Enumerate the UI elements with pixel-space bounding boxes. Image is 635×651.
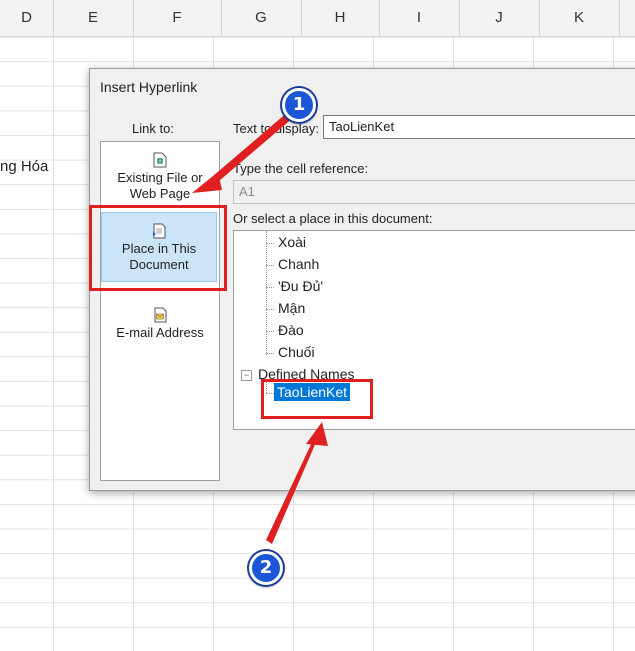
column-header-h[interactable]: H xyxy=(301,0,380,36)
tree-item-sheet[interactable]: 'Đu Đủ' xyxy=(278,278,323,294)
place-in-document-label: Or select a place in this document: xyxy=(233,211,433,226)
column-header-g[interactable]: G xyxy=(221,0,302,36)
tree-branch xyxy=(266,353,274,354)
column-header-k[interactable]: K xyxy=(539,0,620,36)
link-to-existing-file[interactable]: Existing File or Web Page xyxy=(101,152,219,202)
column-header-d[interactable]: D xyxy=(0,0,54,36)
tree-branch xyxy=(266,309,274,310)
link-to-email-label: E-mail Address xyxy=(116,325,204,340)
link-to-existing-file-line2: Web Page xyxy=(129,186,191,201)
link-to-label: Link to: xyxy=(132,121,174,136)
link-to-email-address[interactable]: E-mail Address xyxy=(101,307,219,341)
column-header-j[interactable]: J xyxy=(459,0,540,36)
tree-guide-line xyxy=(266,231,267,355)
text-to-display-input[interactable]: TaoLienKet xyxy=(323,115,635,139)
text-to-display-label: Text to display: xyxy=(233,121,319,136)
tree-item-sheet[interactable]: Đào xyxy=(278,322,304,338)
dialog-title: Insert Hyperlink xyxy=(100,79,198,95)
step-badge-2: 2 xyxy=(249,551,283,585)
link-to-panel: Existing File or Web Page Place in This … xyxy=(100,141,220,481)
file-globe-icon xyxy=(153,152,167,168)
column-header-e[interactable]: E xyxy=(53,0,134,36)
tree-item-sheet[interactable]: Xoài xyxy=(278,234,306,250)
highlight-defined-name xyxy=(261,379,373,419)
cell-reference-label: Type the cell reference: xyxy=(233,161,369,176)
email-icon xyxy=(154,307,167,323)
tree-branch xyxy=(266,265,274,266)
column-header-f[interactable]: F xyxy=(133,0,222,36)
cell-text-partial[interactable]: ng Hóa xyxy=(0,158,48,175)
step-badge-1: 1 xyxy=(282,88,316,122)
tree-item-sheet[interactable]: Mận xyxy=(278,300,305,316)
collapse-expander-icon[interactable]: − xyxy=(241,370,252,381)
tree-branch xyxy=(266,287,274,288)
tree-item-sheet[interactable]: Chanh xyxy=(278,256,319,272)
cell-reference-input[interactable]: A1 xyxy=(233,180,635,204)
column-header-i[interactable]: I xyxy=(379,0,460,36)
tree-branch xyxy=(266,243,274,244)
column-headers: D E F G H I J K xyxy=(0,0,635,37)
tree-item-sheet[interactable]: Chuối xyxy=(278,344,315,360)
tree-branch xyxy=(266,331,274,332)
link-to-existing-file-line1: Existing File or xyxy=(117,170,203,185)
highlight-place-in-document xyxy=(89,205,227,291)
